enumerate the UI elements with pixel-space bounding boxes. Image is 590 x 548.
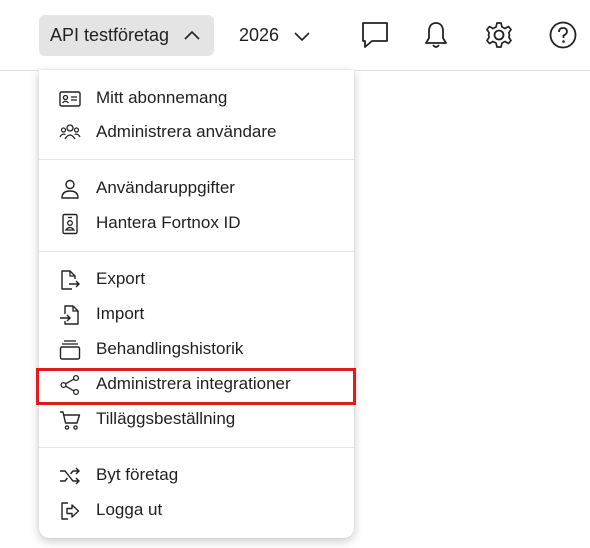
menu-divider — [39, 159, 354, 160]
menu-item-label: Behandlingshistorik — [96, 339, 244, 358]
menu-item-label: Export — [96, 269, 146, 288]
menu-item-administrera-anvandare[interactable]: Administrera användare — [39, 115, 354, 149]
menu-item-label: Hantera Fortnox ID — [96, 213, 241, 232]
menu-item-logga-ut[interactable]: Logga ut — [39, 493, 354, 527]
gear-icon[interactable] — [484, 20, 514, 50]
id-card-icon — [59, 88, 81, 110]
shuffle-icon — [59, 465, 81, 487]
bell-icon[interactable] — [421, 20, 451, 50]
users-icon — [59, 122, 81, 144]
menu-item-byt-foretag[interactable]: Byt företag — [39, 458, 354, 492]
menu-item-import[interactable]: Import — [39, 297, 354, 331]
chevron-down-icon — [293, 30, 311, 44]
logout-icon — [59, 500, 81, 522]
menu-item-label: Administrera användare — [96, 122, 277, 141]
menu-item-hantera-fortnox-id[interactable]: Hantera Fortnox ID — [39, 206, 354, 240]
chat-icon[interactable] — [360, 20, 390, 50]
year-selector-button[interactable]: 2026 — [230, 15, 311, 56]
menu-item-mitt-abonnemang[interactable]: Mitt abonnemang — [39, 81, 354, 115]
stack-icon — [59, 339, 81, 361]
menu-item-behandlingshistorik[interactable]: Behandlingshistorik — [39, 332, 354, 366]
menu-divider — [39, 447, 354, 448]
menu-item-anvandaruppgifter[interactable]: Användaruppgifter — [39, 171, 354, 205]
company-selector-button[interactable]: API testföretag — [39, 15, 214, 56]
company-label: API testföretag — [50, 25, 170, 45]
help-icon[interactable] — [548, 20, 578, 50]
menu-item-administrera-integrationer[interactable]: Administrera integrationer — [39, 367, 354, 401]
badge-icon — [59, 213, 81, 235]
menu-item-label: Användaruppgifter — [96, 178, 235, 197]
menu-item-tillaggsbestallning[interactable]: Tilläggsbeställning — [39, 402, 354, 436]
top-bar: API testföretag 2026 — [0, 0, 590, 71]
menu-item-label: Mitt abonnemang — [96, 88, 228, 107]
cart-icon — [59, 409, 81, 431]
menu-item-label: Logga ut — [96, 500, 163, 519]
import-icon — [59, 304, 81, 326]
export-icon — [59, 269, 81, 291]
menu-item-label: Tilläggsbeställning — [96, 409, 236, 428]
user-icon — [59, 178, 81, 200]
menu-divider — [39, 251, 354, 252]
menu-item-label: Import — [96, 304, 145, 323]
share-icon — [59, 374, 81, 396]
chevron-up-icon — [183, 28, 201, 42]
year-label: 2026 — [239, 25, 280, 45]
menu-item-label: Byt företag — [96, 465, 179, 484]
menu-item-label: Administrera integrationer — [96, 374, 291, 393]
account-dropdown-menu: Mitt abonnemang Administrera användare A… — [39, 70, 354, 538]
menu-item-export[interactable]: Export — [39, 262, 354, 296]
